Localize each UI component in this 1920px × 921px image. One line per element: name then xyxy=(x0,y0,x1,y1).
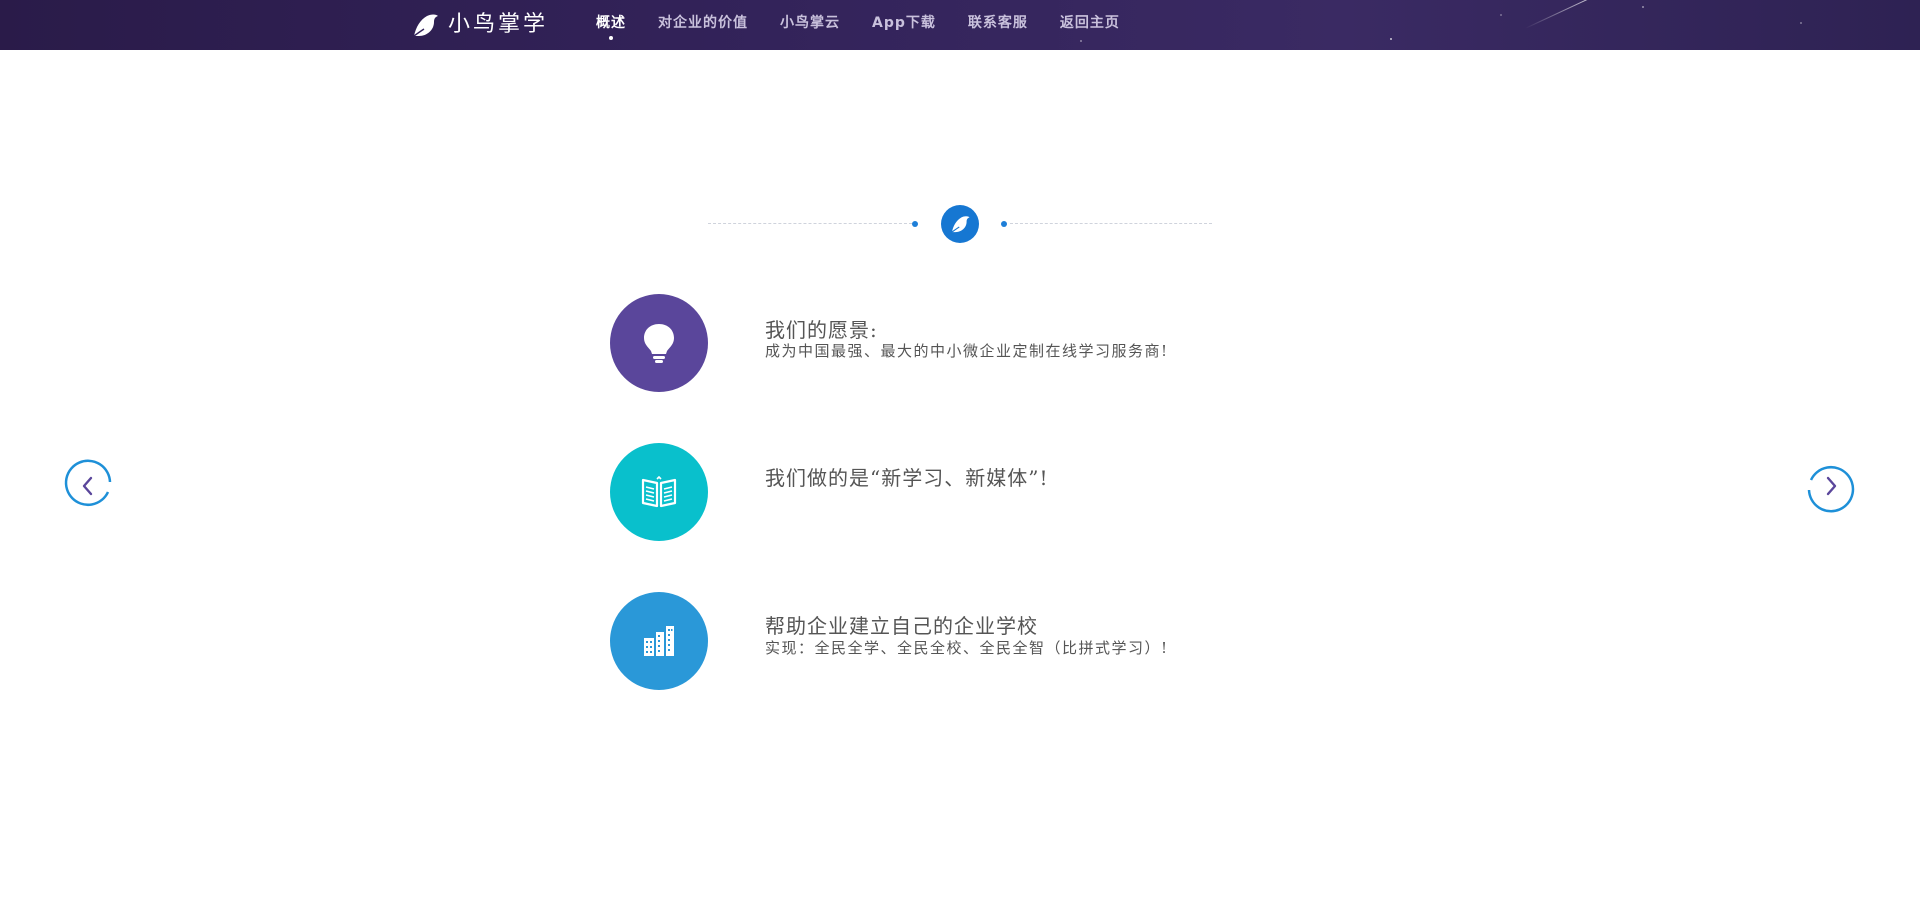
star-decoration xyxy=(1800,22,1802,24)
lightbulb-icon xyxy=(644,324,674,363)
bird-logo-icon xyxy=(413,14,438,37)
shooting-star-decoration xyxy=(1524,0,1607,29)
nav-item-label: 对企业的价值 xyxy=(658,15,748,31)
book-icon xyxy=(641,476,677,508)
nav-item-overview[interactable]: 概述 xyxy=(596,0,626,46)
nav-item-label: 小鸟掌云 xyxy=(780,15,840,31)
main-nav: 概述 对企业的价值 小鸟掌云 App下载 联系客服 返回主页 xyxy=(596,0,1152,46)
feature-title: 我们的愿景: xyxy=(765,318,878,342)
chevron-right-icon xyxy=(1807,466,1855,513)
nav-item-app-download[interactable]: App下载 xyxy=(872,0,936,46)
nav-item-cloud[interactable]: 小鸟掌云 xyxy=(780,0,840,46)
star-decoration xyxy=(1500,14,1502,16)
feature-title: 帮助企业建立自己的企业学校 xyxy=(765,614,1038,638)
feature-icon-circle xyxy=(610,294,708,392)
carousel-next-button[interactable] xyxy=(1803,458,1859,514)
brand-logo[interactable]: 小鸟掌学 xyxy=(410,9,548,41)
divider-line-left xyxy=(708,223,912,224)
star-decoration xyxy=(1390,38,1392,40)
star-decoration xyxy=(1642,6,1644,8)
brand-name: 小鸟掌学 xyxy=(448,12,549,37)
nav-item-customer-service[interactable]: 联系客服 xyxy=(968,0,1028,46)
nav-item-label: 返回主页 xyxy=(1059,15,1120,31)
feature-title: 我们做的是“新学习、新媒体”! xyxy=(765,466,1049,490)
nav-item-label: App下载 xyxy=(872,15,936,31)
feature-icon-circle xyxy=(610,592,708,690)
active-indicator-dot xyxy=(609,36,613,40)
feature-icon-circle xyxy=(610,443,708,541)
chevron-left-icon xyxy=(64,459,112,506)
nav-item-enterprise-value[interactable]: 对企业的价值 xyxy=(658,0,748,46)
divider-dot-left xyxy=(912,221,918,227)
nav-item-label: 概述 xyxy=(596,15,626,31)
carousel-prev-button[interactable] xyxy=(60,458,116,514)
feature-enterprise-school: 帮助企业建立自己的企业学校 实现：全民全学、全民全校、全民全智（比拼式学习）! xyxy=(610,592,1370,690)
top-navigation-bar: 小鸟掌学 概述 对企业的价值 小鸟掌云 App下载 联系客服 返回主页 xyxy=(0,0,1920,50)
feature-subtitle: 实现：全民全学、全民全校、全民全智（比拼式学习）! xyxy=(765,639,1169,657)
nav-item-label: 联系客服 xyxy=(967,15,1028,31)
nav-item-home[interactable]: 返回主页 xyxy=(1060,0,1120,46)
buildings-icon xyxy=(644,626,674,656)
divider-line-right xyxy=(1010,223,1212,224)
feature-new-learning: 我们做的是“新学习、新媒体”! xyxy=(610,443,1370,541)
divider-dot-right xyxy=(1001,221,1007,227)
feature-vision: 我们的愿景: 成为中国最强、最大的中小微企业定制在线学习服务商! xyxy=(610,294,1370,392)
divider-badge xyxy=(941,205,979,243)
feature-subtitle: 成为中国最强、最大的中小微企业定制在线学习服务商! xyxy=(765,342,1169,360)
bird-icon xyxy=(951,216,970,233)
